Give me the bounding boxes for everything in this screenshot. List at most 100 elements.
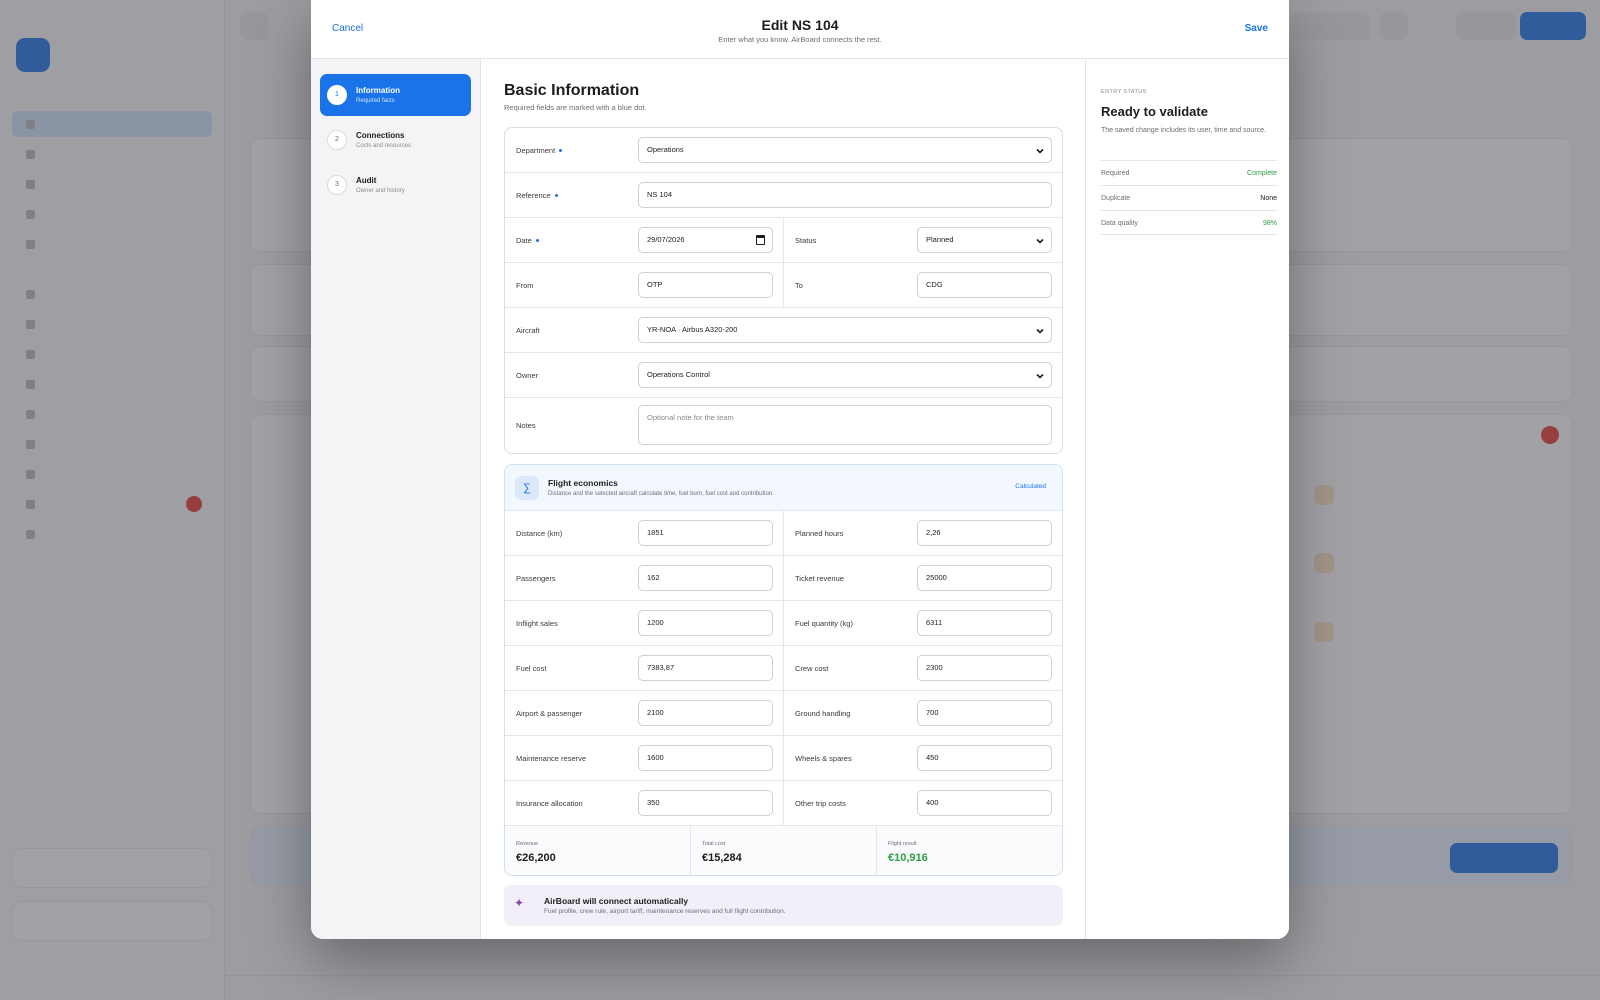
- field-label: Status: [795, 235, 817, 245]
- basic-info-form: Department Operations Reference NS 104 D…: [504, 127, 1063, 454]
- passengers-input[interactable]: 162: [638, 565, 773, 591]
- form-row: Fuel cost 7383,87 Crew cost 2300: [505, 646, 1062, 691]
- auto-connect-banner: ✦ AirBoard will connect automatically Fu…: [504, 885, 1063, 926]
- form-row: Airport & passenger 2100 Ground handling…: [505, 691, 1062, 736]
- notes-cell: Notes Optional note for the team: [505, 398, 1062, 453]
- economics-title: Flight economics: [548, 478, 618, 488]
- to-cell: To CDG: [783, 263, 1062, 307]
- field-label: Wheels & spares: [795, 753, 852, 763]
- owner-select[interactable]: Operations Control: [638, 362, 1052, 388]
- from-input[interactable]: OTP: [638, 272, 773, 298]
- sigma-icon: ∑: [515, 476, 539, 500]
- edit-flight-modal: Cancel Edit NS 104 Enter what you know. …: [311, 0, 1289, 939]
- status-eyebrow: ENTRY STATUS: [1101, 89, 1147, 95]
- step-information[interactable]: 1 Information Required facts: [320, 74, 471, 116]
- form-row: Owner Operations Control: [505, 353, 1062, 398]
- form-row: Aircraft YR-NOA · Airbus A320-200: [505, 308, 1062, 353]
- aircraft-cell: Aircraft YR-NOA · Airbus A320-200: [505, 308, 1062, 352]
- total-label: Flight result: [888, 841, 917, 847]
- banner-subtitle: Fuel profile, crew rule, airport tariff,…: [544, 908, 786, 915]
- status-row: Required Complete: [1101, 160, 1277, 185]
- chevron-down-icon: [1036, 328, 1044, 334]
- step-connections[interactable]: 2 Connections Costs and resources: [320, 119, 471, 161]
- section-title: Basic Information: [504, 82, 640, 99]
- step-label: Connections: [356, 131, 405, 140]
- ground-handling-cell: Ground handling 700: [783, 691, 1062, 735]
- ticket-revenue-input[interactable]: 25000: [917, 565, 1052, 591]
- total-label: Revenue: [516, 841, 539, 847]
- department-cell: Department Operations: [505, 128, 1062, 172]
- field-label: Passengers: [516, 573, 556, 583]
- total-value: €26,200: [516, 852, 556, 864]
- revenue-total: Revenue €26,200: [505, 826, 690, 875]
- crew-cost-input[interactable]: 2300: [917, 655, 1052, 681]
- inflight-sales-input[interactable]: 1200: [638, 610, 773, 636]
- status-title: Ready to validate: [1101, 104, 1208, 119]
- calculated-badge: Calculated: [1015, 483, 1046, 490]
- required-dot: [535, 239, 539, 243]
- field-label: Owner: [516, 370, 539, 380]
- flight-result-total: Flight result €10,916: [876, 826, 1062, 875]
- fuel-cost-cell: Fuel cost 7383,87: [505, 646, 783, 690]
- field-label: Inflight sales: [516, 618, 558, 628]
- status-key: Required: [1101, 170, 1130, 177]
- step-audit[interactable]: 3 Audit Owner and history: [320, 164, 471, 206]
- status-row: Duplicate None: [1101, 185, 1277, 210]
- save-button[interactable]: Save: [1245, 23, 1268, 34]
- other-costs-cell: Other trip costs 400: [783, 781, 1062, 825]
- distance-cell: Distance (km) 1851: [505, 511, 783, 555]
- modal-subtitle: Enter what you know. AirBoard connects t…: [718, 35, 882, 44]
- field-label: To: [795, 280, 803, 290]
- economics-subtitle: Distance and the selected aircraft calcu…: [548, 491, 774, 497]
- required-dot: [559, 149, 563, 153]
- status-value: 98%: [1262, 220, 1277, 227]
- date-input[interactable]: 29/07/2026: [638, 227, 773, 253]
- fuel-quantity-input[interactable]: 6311: [917, 610, 1052, 636]
- other-costs-input[interactable]: 400: [917, 790, 1052, 816]
- field-label: Other trip costs: [795, 798, 846, 808]
- fuel-cost-input[interactable]: 7383,87: [638, 655, 773, 681]
- passengers-cell: Passengers 162: [505, 556, 783, 600]
- chevron-down-icon: [1036, 238, 1044, 244]
- inflight-sales-cell: Inflight sales 1200: [505, 601, 783, 645]
- planned-hours-cell: Planned hours 2,26: [783, 511, 1062, 555]
- field-label: Airport & passenger: [516, 708, 583, 718]
- field-label: From: [516, 280, 534, 290]
- to-input[interactable]: CDG: [917, 272, 1052, 298]
- insurance-input[interactable]: 350: [638, 790, 773, 816]
- wheels-spares-input[interactable]: 450: [917, 745, 1052, 771]
- notes-textarea[interactable]: Optional note for the team: [638, 405, 1052, 445]
- reference-cell: Reference NS 104: [505, 173, 1062, 217]
- field-label: Reference: [516, 191, 558, 200]
- form-row: Department Operations: [505, 128, 1062, 173]
- maintenance-reserve-input[interactable]: 1600: [638, 745, 773, 771]
- calendar-icon[interactable]: [756, 235, 765, 245]
- wheels-spares-cell: Wheels & spares 450: [783, 736, 1062, 780]
- form-row: From OTP To CDG: [505, 263, 1062, 308]
- field-label: Fuel quantity (kg): [795, 618, 853, 628]
- economics-header: ∑ Flight economics Distance and the sele…: [505, 465, 1062, 511]
- status-key: Data quality: [1101, 220, 1138, 227]
- ground-handling-input[interactable]: 700: [917, 700, 1052, 726]
- maintenance-reserve-cell: Maintenance reserve 1600: [505, 736, 783, 780]
- total-value: €15,284: [702, 852, 742, 864]
- planned-hours-input[interactable]: 2,26: [917, 520, 1052, 546]
- field-label: Distance (km): [516, 528, 563, 538]
- step-number: 2: [327, 130, 347, 150]
- reference-input[interactable]: NS 104: [638, 182, 1052, 208]
- distance-input[interactable]: 1851: [638, 520, 773, 546]
- status-description: The saved change includes its user, time…: [1101, 127, 1266, 134]
- step-sublabel: Required facts: [356, 98, 395, 104]
- aircraft-select[interactable]: YR-NOA · Airbus A320-200: [638, 317, 1052, 343]
- form-row: Insurance allocation 350 Other trip cost…: [505, 781, 1062, 826]
- sparkle-icon: ✦: [514, 896, 525, 910]
- from-cell: From OTP: [505, 263, 783, 307]
- field-label: Notes: [516, 421, 536, 430]
- airport-passenger-input[interactable]: 2100: [638, 700, 773, 726]
- status-select[interactable]: Planned: [917, 227, 1052, 253]
- owner-cell: Owner Operations Control: [505, 353, 1062, 397]
- department-select[interactable]: Operations: [638, 137, 1052, 163]
- total-value: €10,916: [888, 852, 928, 864]
- form-row: Notes Optional note for the team: [505, 398, 1062, 453]
- crew-cost-cell: Crew cost 2300: [783, 646, 1062, 690]
